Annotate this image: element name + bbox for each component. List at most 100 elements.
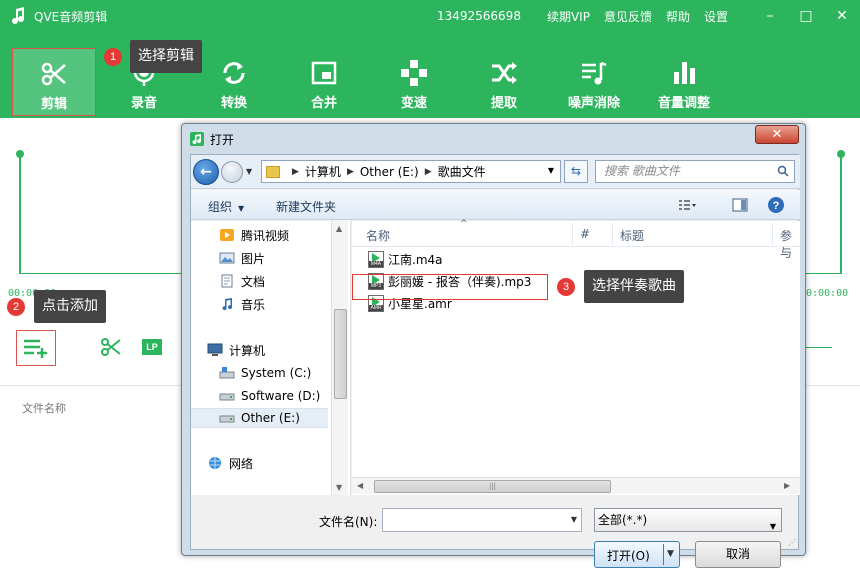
file-list-hscrollbar[interactable]: ◀ ||| ▶ [352, 477, 800, 494]
computer-icon [207, 343, 223, 357]
resize-grip-icon[interactable]: ⋰ [788, 538, 796, 547]
add-file-button[interactable] [16, 330, 56, 366]
tool-extract[interactable]: 提取 [462, 48, 546, 116]
address-bar[interactable]: ▶ 计算机 ▶ Other (E:) ▶ 歌曲文件 ▼ [261, 160, 561, 183]
column-divider[interactable] [612, 223, 613, 245]
nav-item-computer[interactable]: 计算机 [207, 340, 265, 360]
tool-label: 噪声消除 [567, 96, 620, 111]
nav-item-drive-c[interactable]: System (C:) [219, 363, 311, 383]
nav-label: 计算机 [229, 343, 266, 358]
organize-menu[interactable]: 组织 ▼ [208, 198, 244, 215]
nav-item-documents[interactable]: 文档 [219, 271, 265, 291]
command-bar: 组织 ▼ 新建文件夹 ? [191, 190, 800, 220]
lp-button[interactable]: LP [142, 339, 162, 355]
forward-button[interactable] [221, 161, 243, 183]
tool-label: 转换 [220, 96, 247, 111]
scroll-down-icon[interactable]: ▼ [336, 483, 342, 492]
filename-input[interactable]: ▼ [382, 508, 582, 532]
menu-help[interactable]: 帮助 [666, 8, 690, 25]
refresh-icon: ⇆ [570, 164, 582, 178]
nav-item-drive-d[interactable]: Software (D:) [219, 386, 320, 406]
help-button[interactable]: ? [765, 195, 787, 215]
history-dropdown-icon[interactable]: ▼ [246, 167, 252, 176]
end-marker[interactable] [840, 154, 842, 274]
tool-cut[interactable]: 剪辑 [12, 48, 96, 116]
view-options-button[interactable] [676, 195, 698, 215]
tool-merge[interactable]: 合并 [282, 48, 366, 116]
scroll-up-icon[interactable]: ▲ [336, 224, 342, 233]
speed-icon [401, 60, 427, 86]
nav-scroll-thumb[interactable] [334, 309, 347, 399]
column-name[interactable]: 名称 [366, 227, 390, 244]
chevron-down-icon[interactable]: ▼ [571, 515, 577, 524]
network-icon [207, 456, 223, 470]
search-icon [777, 165, 789, 177]
column-divider[interactable] [572, 223, 573, 245]
dialog-close-button[interactable]: ✕ [755, 125, 799, 144]
pictures-icon [219, 251, 235, 265]
nav-item-tencent-video[interactable]: 腾讯视频 [219, 225, 289, 245]
column-contributing[interactable]: 参与 [780, 227, 800, 261]
menu-feedback[interactable]: 意见反馈 [604, 8, 652, 25]
dialog-titlebar: 打开 [190, 130, 234, 148]
tool-speed[interactable]: 变速 [372, 48, 456, 116]
file-row[interactable]: M4A 江南.m4a [368, 249, 443, 269]
search-input[interactable]: 搜索 歌曲文件 [595, 160, 795, 183]
nav-scrollbar[interactable]: ▲ ▼ [331, 221, 348, 495]
preview-pane-button[interactable] [729, 195, 751, 215]
minimize-button[interactable]: – [752, 0, 788, 32]
preview-pane-icon [732, 198, 748, 212]
column-filename: 文件名称 [22, 402, 66, 415]
nav-item-drive-e[interactable]: Other (E:) [191, 408, 328, 428]
callout-badge-2: 2 [7, 298, 25, 316]
open-button[interactable]: 打开(O) ▼ [594, 541, 680, 568]
split-divider [663, 544, 664, 565]
scroll-left-icon[interactable]: ◀ [357, 481, 363, 490]
help-icon: ? [768, 197, 784, 213]
nav-item-network[interactable]: 网络 [207, 453, 253, 473]
chevron-right-icon[interactable]: ▶ [425, 167, 432, 177]
cancel-button[interactable]: 取消 [695, 541, 781, 568]
tool-volume[interactable]: 音量调整 [642, 48, 726, 116]
drive-icon [219, 389, 235, 403]
account-phone[interactable]: 13492566698 [437, 9, 521, 23]
end-marker-handle[interactable] [837, 150, 845, 158]
menu-settings[interactable]: 设置 [704, 8, 728, 25]
tool-convert[interactable]: 转换 [192, 48, 276, 116]
breadcrumb-folder[interactable]: 歌曲文件 [438, 163, 486, 180]
cut-scissors-icon[interactable] [100, 336, 122, 358]
close-window-button[interactable]: ✕ [824, 0, 860, 32]
chevron-down-icon[interactable]: ▼ [548, 166, 554, 175]
new-folder-button[interactable]: 新建文件夹 [276, 198, 336, 215]
callout-tip-2: 点击添加 [34, 290, 106, 323]
back-button[interactable]: ← [193, 159, 219, 185]
chevron-right-icon[interactable]: ▶ [347, 167, 354, 177]
music-note-icon [12, 7, 26, 25]
filetype-select[interactable]: 全部(*.*) ▼ [594, 508, 782, 532]
tool-label: 变速 [400, 96, 427, 111]
svg-text:?: ? [773, 200, 780, 212]
breadcrumb-drive[interactable]: Other (E:) [360, 165, 419, 179]
start-marker[interactable] [19, 154, 21, 274]
filetype-value: 全部(*.*) [598, 513, 648, 527]
chevron-down-icon[interactable]: ▼ [667, 549, 674, 559]
column-title[interactable]: 标题 [620, 227, 644, 244]
tool-label: 音量调整 [657, 96, 710, 111]
refresh-button[interactable]: ⇆ [564, 160, 588, 183]
tool-denoise[interactable]: 噪声消除 [552, 48, 636, 116]
scroll-right-icon[interactable]: ▶ [784, 481, 790, 490]
convert-icon [223, 62, 245, 84]
hscroll-thumb[interactable]: ||| [374, 480, 611, 493]
menu-renew-vip[interactable]: 续期VIP [547, 8, 590, 25]
chevron-right-icon[interactable]: ▶ [292, 167, 299, 177]
nav-item-music[interactable]: 音乐 [219, 294, 265, 314]
nav-item-pictures[interactable]: 图片 [219, 248, 265, 268]
view-list-icon [679, 200, 696, 210]
system-drive-icon [219, 366, 235, 380]
column-number[interactable]: # [580, 227, 590, 241]
start-marker-handle[interactable] [16, 150, 24, 158]
maximize-button[interactable]: □ [788, 0, 824, 32]
address-bar-row: ← ▼ ▶ 计算机 ▶ Other (E:) ▶ 歌曲文件 ▼ ⇆ 搜索 歌曲文… [191, 155, 800, 189]
column-divider[interactable] [772, 223, 773, 245]
breadcrumb-computer[interactable]: 计算机 [305, 163, 341, 180]
